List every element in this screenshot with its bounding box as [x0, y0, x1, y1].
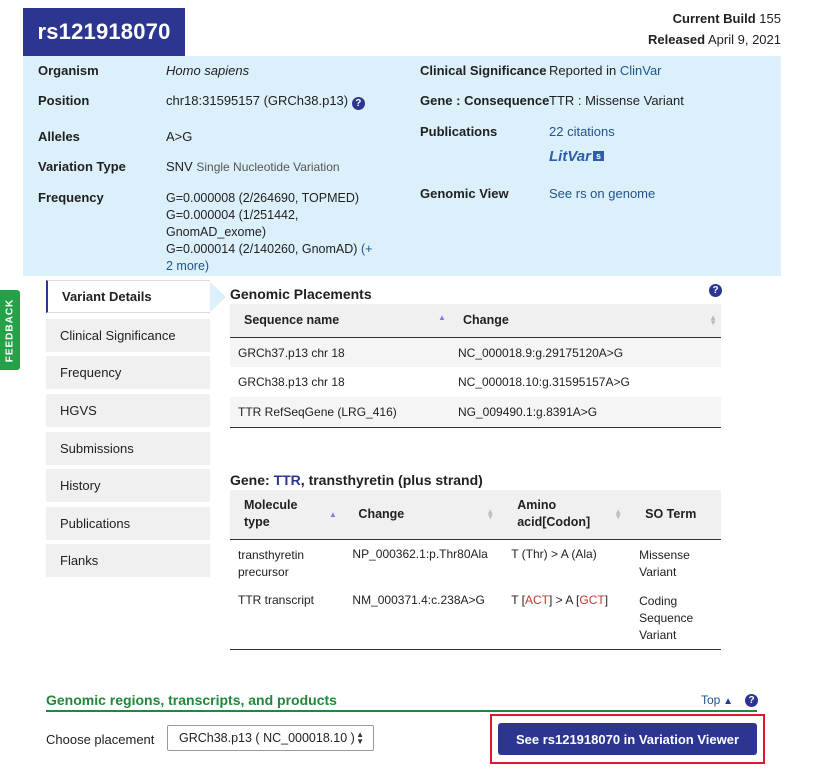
clinvar-link[interactable]: ClinVar — [620, 63, 662, 78]
nav-item-hgvs[interactable]: HGVS — [46, 394, 210, 427]
gene-consequence-label: Gene : Consequence — [420, 93, 550, 108]
sort-asc-icon: ▲ — [329, 510, 337, 519]
genomic-placements-title: Genomic Placements — [230, 286, 372, 302]
variation-viewer-button[interactable]: See rs121918070 in Variation Viewer — [498, 723, 757, 755]
nav-item-frequency[interactable]: Frequency — [46, 356, 210, 389]
column-header-so-term[interactable]: SO Term — [628, 490, 721, 539]
nav-item-publications[interactable]: Publications — [46, 507, 210, 540]
clinical-significance-value: Reported in — [549, 63, 617, 78]
genomic-placements-table: Sequence name ▲ Change ▲ ▼ GRCh37.p13 chr… — [230, 304, 721, 428]
nav-item-clinical-significance[interactable]: Clinical Significance — [46, 319, 210, 352]
frequency-line: G=0.000008 (2/264690, TOPMED) — [166, 191, 360, 205]
litvar-logo[interactable]: LitVar s — [549, 148, 604, 165]
gene-consequence-value: TTR : Missense Variant — [549, 93, 684, 108]
frequency-values: G=0.000008 (2/264690, TOPMED) G=0.000004… — [166, 190, 381, 275]
change-cell: NC_000018.10:g.31595157A>G — [458, 375, 630, 389]
so-term-cell: Coding Sequence Variant — [639, 594, 694, 642]
position-value: chr18:31595157 (GRCh38.p13) — [166, 93, 349, 108]
table-row: TTR transcript NM_000371.4:c.238A>G T [A… — [230, 587, 721, 649]
genomic-regions-title: Genomic regions, transcripts, and produc… — [46, 692, 337, 708]
frequency-line: G=0.000014 (2/140260, GnomAD) — [166, 242, 358, 256]
column-header-change[interactable]: Change ▲ ▼ — [450, 304, 721, 337]
molecule-type-cell: transthyretin precursor — [238, 547, 305, 579]
nav-item-history[interactable]: History — [46, 469, 210, 502]
column-header-change[interactable]: Change ▲ ▼ — [342, 490, 501, 539]
citations-link[interactable]: 22 citations — [549, 124, 615, 139]
clinical-significance-label: Clinical Significance — [420, 63, 547, 78]
help-icon[interactable]: ? — [745, 694, 758, 707]
feedback-tab[interactable]: FEEDBACK — [0, 290, 20, 370]
variation-type-desc: Single Nucleotide Variation — [196, 160, 340, 174]
column-header-molecule-type[interactable]: Molecule type ▲ — [230, 490, 343, 539]
caret-up-icon: ▲ — [720, 696, 734, 707]
table-row: TTR RefSeqGene (LRG_416) NG_009490.1:g.8… — [230, 397, 721, 427]
table-row: GRCh38.p13 chr 18 NC_000018.10:g.3159515… — [230, 367, 721, 397]
frequency-label: Frequency — [38, 190, 104, 205]
see-rs-on-genome-link[interactable]: See rs on genome — [549, 186, 655, 201]
current-build-label: Current Build — [672, 11, 756, 26]
amino-acid-cell: T (Thr) > A (Ala) — [511, 546, 597, 561]
nav-item-flanks[interactable]: Flanks — [46, 544, 210, 577]
change-cell: NC_000018.9:g.29175120A>G — [458, 345, 624, 360]
back-to-top-link[interactable]: Top ▲ — [701, 693, 733, 707]
released-label: Released — [648, 32, 706, 47]
organism-label: Organism — [38, 63, 99, 78]
position-value-wrap: chr18:31595157 (GRCh38.p13) ? — [166, 93, 365, 110]
nav-item-submissions[interactable]: Submissions — [46, 432, 210, 465]
litvar-badge: s — [592, 151, 604, 161]
table-row: transthyretin precursor NP_000362.1:p.Th… — [230, 539, 721, 587]
alleles-label: Alleles — [38, 129, 80, 144]
table-row: GRCh37.p13 chr 18 NC_000018.9:g.29175120… — [230, 337, 721, 367]
nav-item-variant-details[interactable]: Variant Details — [46, 280, 210, 313]
position-label: Position — [38, 93, 90, 108]
placement-selected-value: GRCh38.p13 ( NC_000018.10 ) — [179, 731, 355, 745]
alleles-value: A>G — [166, 129, 193, 144]
codon-alt: GCT — [579, 593, 605, 607]
variant-summary-panel: Organism Homo sapiens Position chr18:315… — [23, 56, 781, 276]
variation-type-wrap: SNV Single Nucleotide Variation — [166, 159, 340, 174]
sequence-name-cell: TTR RefSeqGene (LRG_416) — [238, 405, 397, 419]
placement-select[interactable]: GRCh38.p13 ( NC_000018.10 ) ▲ ▼ — [167, 725, 374, 751]
change-cell: NG_009490.1:g.8391A>G — [458, 405, 598, 419]
gene-consequence-table: Molecule type ▲ Change ▲ ▼ Amino acid[Cod… — [230, 490, 721, 650]
column-header-sequence-name[interactable]: Sequence name ▲ — [230, 304, 450, 337]
sort-icon: ▲ ▼ — [486, 507, 495, 521]
publications-label: Publications — [420, 124, 498, 139]
sort-icon: ▲ ▼ — [614, 507, 623, 521]
variation-type-label: Variation Type — [38, 159, 126, 174]
variation-type-value: SNV — [166, 159, 193, 174]
litvar-text: LitVar — [549, 148, 591, 165]
organism-value: Homo sapiens — [166, 63, 250, 78]
codon-ref: ACT — [525, 593, 550, 607]
column-header-amino-acid[interactable]: Amino acid[Codon] ▲ ▼ — [500, 490, 629, 539]
section-divider — [46, 710, 757, 712]
clinical-significance-wrap: Reported in ClinVar — [549, 63, 662, 78]
frequency-line: G=0.000004 (1/251442, GnomAD_exome) — [166, 208, 299, 239]
amino-acid-cell: T [ACT] > A [GCT] — [511, 593, 609, 607]
so-term-cell: Missense Variant — [639, 547, 690, 579]
sequence-name-cell: GRCh38.p13 chr 18 — [238, 375, 345, 389]
build-info: Current Build 155 Released April 9, 2021 — [648, 8, 781, 50]
genomic-view-label: Genomic View — [420, 186, 509, 201]
released-value: April 9, 2021 — [708, 32, 781, 47]
sequence-name-cell: GRCh37.p13 chr 18 — [238, 345, 345, 360]
choose-placement-label: Choose placement — [46, 732, 155, 747]
help-icon[interactable]: ? — [709, 284, 722, 297]
ttr-gene-link[interactable]: TTR — [274, 472, 301, 488]
rs-id-title: rs121918070 — [23, 8, 185, 56]
change-cell: NP_000362.1:p.Thr80Ala — [352, 546, 488, 561]
active-nav-arrow — [208, 280, 226, 314]
change-cell: NM_000371.4:c.238A>G — [352, 593, 485, 607]
molecule-type-cell: TTR transcript — [238, 593, 315, 607]
current-build-value: 155 — [759, 11, 781, 26]
select-arrows-icon: ▲ ▼ — [356, 730, 364, 746]
feedback-label: FEEDBACK — [4, 298, 16, 362]
gene-section-title: Gene: TTR, transthyretin (plus strand) — [230, 472, 483, 488]
sort-icon: ▲ ▼ — [709, 313, 717, 327]
help-icon[interactable]: ? — [351, 97, 365, 110]
sort-asc-icon: ▲ — [438, 313, 446, 322]
